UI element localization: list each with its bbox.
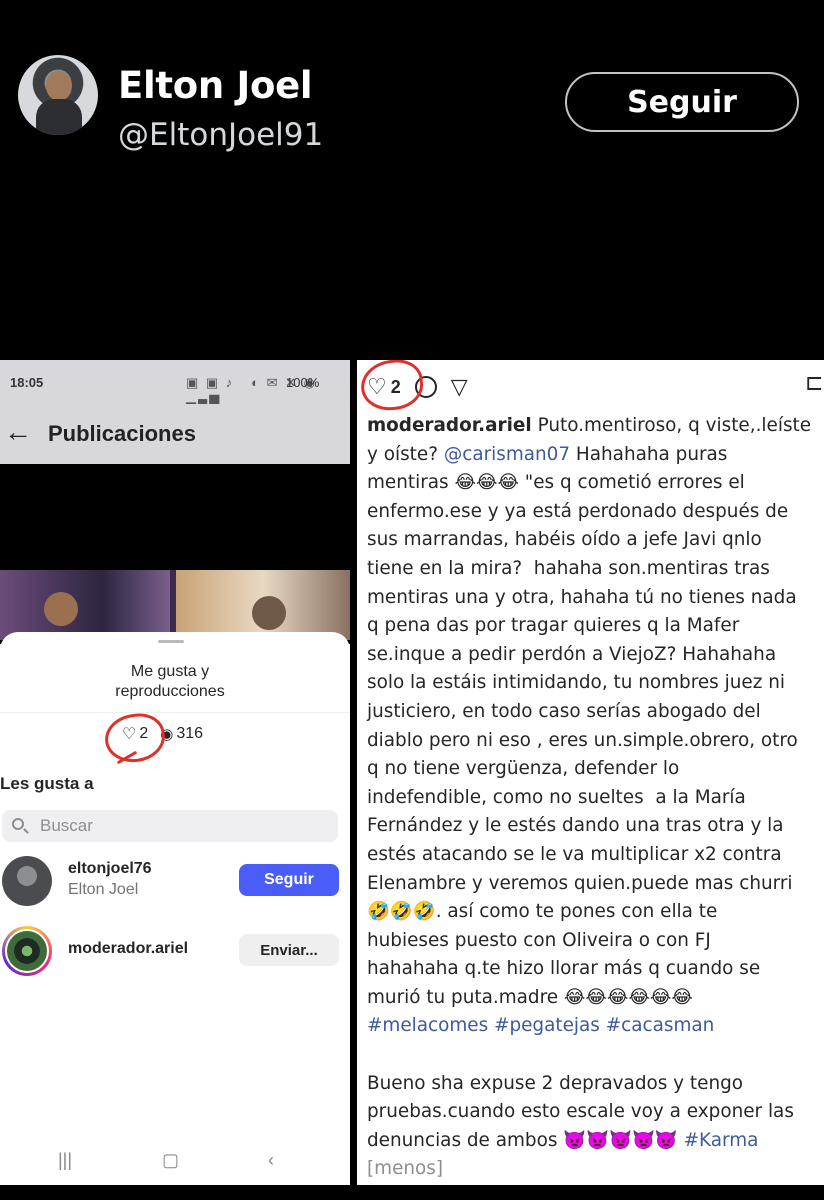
status-time: 18:05 (10, 375, 44, 390)
stream-thumbnail-right (176, 570, 350, 640)
person-face (44, 592, 78, 626)
search-box[interactable] (2, 810, 338, 842)
full-name: Elton Joel (68, 881, 139, 898)
send-button[interactable]: Enviar... (239, 934, 339, 966)
sheet-title: Me gusta y reproducciones (0, 662, 340, 702)
page-title: Publicaciones (48, 421, 196, 446)
posts-header: ← Publicaciones (0, 404, 350, 464)
caption-body: mentiras 😂😂😂 "es q cometió errores el en… (367, 472, 798, 1008)
caption-username[interactable]: moderador.ariel (367, 415, 532, 436)
sheet-title-line1: Me gusta y (130, 663, 210, 680)
username[interactable]: moderador.ariel (68, 940, 188, 958)
sheet-title-line2: reproducciones (115, 683, 225, 700)
likes-screenshot: 18:05 ▣ ▣ ♪ ◐ ✉ ✕ ◉ ▂▄▆ 100% ← Publicaci… (0, 360, 350, 1185)
display-name[interactable]: Elton Joel (118, 64, 313, 107)
back-icon[interactable]: ‹ (268, 1150, 274, 1171)
likes-sheet: Me gusta y reproducciones ♡ 2 ◉ 316 Les … (0, 632, 350, 1185)
status-icons: ▣ ▣ ♪ ◐ ✉ ✕ ◉ ▂▄▆ (186, 375, 317, 406)
follow-button[interactable]: Seguir (239, 864, 339, 896)
list-item[interactable]: eltonjoel76 Elton Joel Seguir (0, 854, 350, 910)
avatar[interactable] (18, 55, 98, 135)
caption-hashtags[interactable]: #melacomes #pegatejas #cacasman (367, 1015, 714, 1036)
battery-level: 100% (286, 375, 320, 390)
search-input[interactable] (40, 814, 320, 838)
caption-screenshot: ♡ 2 ▽ ⊏ moderador.ariel Puto.mentiroso, … (357, 360, 824, 1185)
caption-line2-post: Hahahaha puras (570, 443, 728, 465)
caption-mention[interactable]: @carisman07 (444, 444, 570, 465)
tweet-header: Elton Joel @EltonJoel91 Seguir (0, 0, 824, 356)
sheet-handle[interactable] (158, 640, 184, 643)
back-arrow-icon[interactable]: ← (4, 416, 32, 448)
avatar[interactable] (2, 926, 52, 976)
username[interactable]: eltonjoel76 (68, 860, 152, 878)
status-bar: 18:05 ▣ ▣ ♪ ◐ ✉ ✕ ◉ ▂▄▆ 100% (0, 360, 350, 406)
video-preview (0, 570, 350, 640)
list-item[interactable]: moderador.ariel Enviar... (0, 924, 350, 980)
follow-button[interactable]: Seguir (565, 72, 799, 132)
stream-thumbnail-left (0, 570, 170, 640)
views-count: 316 (176, 725, 204, 742)
recents-icon[interactable]: ||| (58, 1150, 72, 1171)
person-face (252, 596, 286, 630)
likes-section-title: Les gusta a (0, 774, 94, 793)
bookmark-icon[interactable]: ⊏ (805, 370, 823, 396)
search-icon (12, 818, 24, 830)
divider (0, 712, 350, 713)
share-icon[interactable]: ▽ (451, 374, 468, 400)
caption-tail-hashtag[interactable]: #Karma (684, 1130, 759, 1151)
home-icon[interactable]: ▢ (162, 1150, 179, 1171)
caption-line2-pre: y oíste? (367, 443, 444, 465)
red-circle-annotation (101, 710, 169, 766)
red-circle-annotation (358, 360, 426, 414)
caption-line1: Puto.mentiroso, q viste,.leíste (531, 415, 812, 436)
avatar-shirt (36, 99, 82, 135)
avatar-image (5, 929, 49, 973)
show-less-link[interactable]: [menos] (367, 1158, 443, 1179)
avatar-head (46, 71, 72, 101)
post-caption: moderador.ariel Puto.mentiroso, q viste,… (367, 412, 824, 1184)
user-handle[interactable]: @EltonJoel91 (118, 117, 323, 153)
avatar[interactable] (2, 856, 52, 906)
android-nav-bar: ||| ▢ ‹ (0, 1144, 350, 1184)
